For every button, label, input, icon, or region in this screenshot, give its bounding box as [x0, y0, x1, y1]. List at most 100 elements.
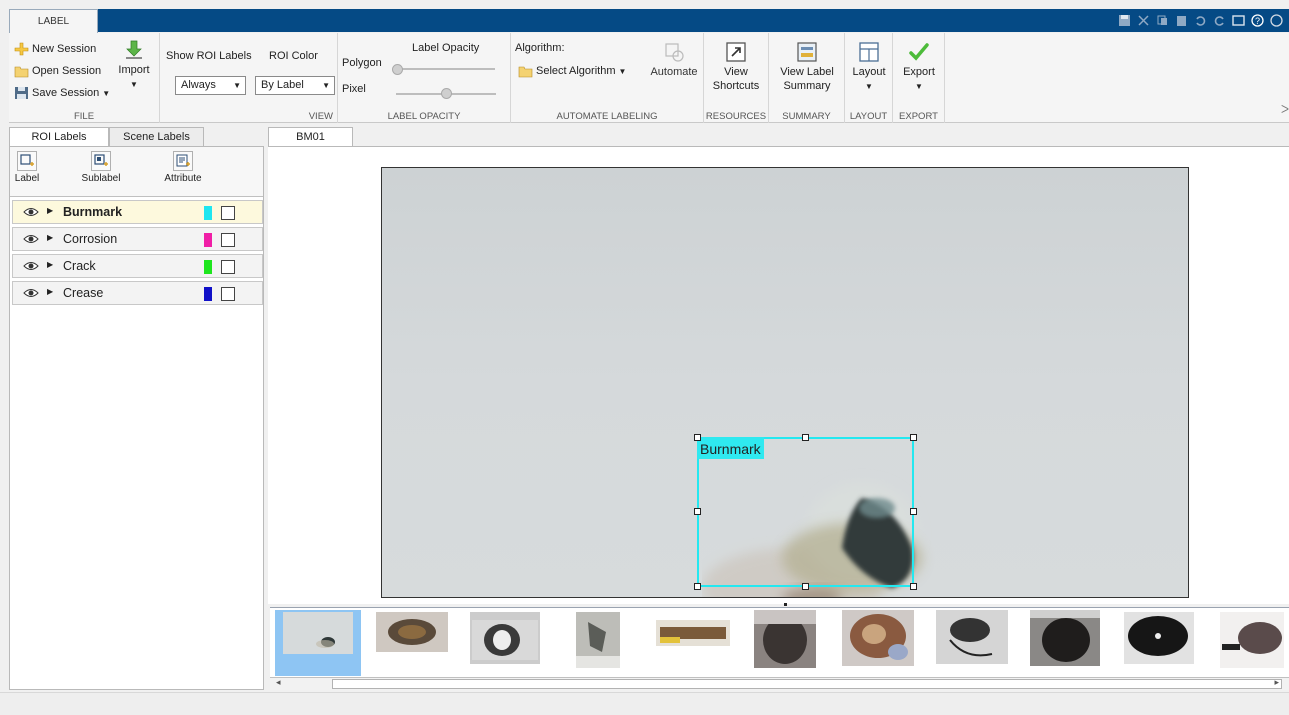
floppy-icon [15, 87, 28, 99]
resize-handle[interactable] [694, 508, 701, 515]
label-checkbox[interactable] [221, 206, 235, 220]
new-session-icon [14, 42, 29, 56]
label-color-swatch[interactable] [204, 233, 212, 247]
filmstrip-thumbnail[interactable] [744, 610, 832, 676]
label-row-crack[interactable]: ▶ Crack [12, 254, 263, 278]
resize-handle[interactable] [802, 583, 809, 590]
file-group-title: FILE [73, 111, 95, 122]
tab-bm01[interactable]: BM01 [268, 127, 353, 147]
select-algorithm-button[interactable]: Select Algorithm ▼ [518, 64, 626, 78]
resize-handle[interactable] [802, 434, 809, 441]
resize-handle[interactable] [910, 508, 917, 515]
resize-handle[interactable] [910, 434, 917, 441]
resize-handle[interactable] [910, 583, 917, 590]
copy-icon[interactable] [1156, 14, 1169, 27]
new-session-button[interactable]: New Session [14, 42, 96, 56]
filmstrip-thumbnail[interactable] [275, 610, 361, 676]
scroll-right-icon[interactable]: ▸ [1274, 677, 1279, 688]
open-session-button[interactable]: Open Session [14, 64, 101, 78]
algorithm-label: Algorithm: [515, 42, 565, 54]
layout-button[interactable]: Layout ▼ [847, 41, 891, 94]
paste-icon[interactable] [1175, 14, 1188, 27]
thumbnail-image [470, 612, 540, 664]
label-row-burnmark[interactable]: ▶ Burnmark [12, 200, 263, 224]
filmstrip-scrollbar[interactable]: ◂ ▸ [270, 677, 1289, 690]
eye-icon[interactable] [23, 206, 39, 218]
resize-handle[interactable] [694, 583, 701, 590]
roi-center-marker [784, 603, 787, 606]
redo-icon[interactable] [1213, 14, 1226, 27]
view-label-summary-button[interactable]: View Label Summary [773, 41, 841, 93]
roi-bounding-box[interactable] [697, 437, 914, 587]
pixel-opacity-thumb[interactable] [441, 88, 452, 99]
resources-group: View Shortcuts RESOURCES [704, 33, 769, 123]
import-icon [126, 40, 142, 59]
expand-triangle-icon[interactable]: ▶ [47, 260, 53, 269]
layout-group-title: LAYOUT [849, 111, 888, 122]
expand-triangle-icon[interactable]: ▶ [47, 233, 53, 242]
label-opacity-group-title: LABEL OPACITY [387, 111, 461, 122]
add-attribute-button[interactable]: Attribute [158, 151, 208, 184]
export-button[interactable]: Export ▼ [896, 41, 942, 94]
tab-scene-labels[interactable]: Scene Labels [109, 127, 204, 147]
tab-roi-labels[interactable]: ROI Labels [9, 127, 109, 147]
automate-button[interactable]: Automate [645, 41, 703, 79]
filmstrip-thumbnail[interactable] [556, 610, 644, 676]
chevron-down-icon: ▼ [102, 88, 111, 98]
label-color-swatch[interactable] [204, 206, 212, 220]
label-checkbox[interactable] [221, 233, 235, 247]
cut-icon[interactable] [1137, 14, 1150, 27]
chevron-down-icon: ▼ [915, 82, 923, 91]
filmstrip-thumbnail[interactable] [932, 610, 1020, 676]
expand-triangle-icon[interactable]: ▶ [47, 287, 53, 296]
eye-icon[interactable] [23, 287, 39, 299]
chevron-down-icon: ▼ [130, 80, 138, 89]
tab-label[interactable]: LABEL [9, 9, 98, 33]
filmstrip-thumbnail[interactable] [650, 610, 738, 676]
filmstrip-thumbnail[interactable] [368, 610, 456, 676]
eye-icon[interactable] [23, 233, 39, 245]
filmstrip-thumbnail[interactable] [1120, 610, 1208, 676]
ribbon-collapse-icon[interactable]: ᐳ [1281, 103, 1289, 116]
thumbnail-image [283, 612, 353, 654]
label-opacity-group: Label Opacity Polygon Pixel LABEL OPACIT… [338, 33, 511, 123]
show-roi-labels-dropdown[interactable]: Always ▼ [175, 76, 246, 95]
view-label-summary-label-1: View Label [780, 66, 834, 78]
add-label-button[interactable]: Label [12, 151, 42, 184]
label-checkbox[interactable] [221, 260, 235, 274]
filmstrip-thumbnail[interactable] [1026, 610, 1114, 676]
more-icon[interactable] [1270, 14, 1283, 27]
import-button[interactable]: Import ▼ [113, 39, 155, 92]
thumbnail-image [936, 610, 1008, 664]
help-icon[interactable]: ? [1251, 14, 1264, 27]
filmstrip-thumbnail[interactable] [462, 610, 550, 676]
undo-icon[interactable] [1194, 14, 1207, 27]
label-color-swatch[interactable] [204, 260, 212, 274]
window-icon[interactable] [1232, 14, 1245, 27]
label-checkbox[interactable] [221, 287, 235, 301]
polygon-opacity-slider[interactable] [395, 68, 495, 70]
label-row-crease[interactable]: ▶ Crease [12, 281, 263, 305]
thumbnail-image [1220, 612, 1284, 668]
label-color-swatch[interactable] [204, 287, 212, 301]
add-sublabel-button[interactable]: Sublabel [80, 151, 122, 184]
thumbnail-image [376, 612, 448, 652]
view-shortcuts-button[interactable]: View Shortcuts [706, 41, 766, 93]
roi-color-dropdown[interactable]: By Label ▼ [255, 76, 335, 95]
save-session-button[interactable]: Save Session ▼ [14, 86, 110, 100]
label-row-corrosion[interactable]: ▶ Corrosion [12, 227, 263, 251]
filmstrip-thumbnail[interactable] [838, 610, 926, 676]
resources-group-title: RESOURCES [705, 111, 767, 122]
scrollbar-thumb[interactable] [332, 679, 1282, 689]
select-algorithm-label: Select Algorithm [536, 65, 616, 77]
save-session-label: Save Session [32, 87, 100, 99]
resize-handle[interactable] [694, 434, 701, 441]
quick-access-toolbar: ? [1106, 10, 1289, 31]
filmstrip-thumbnail[interactable] [1214, 610, 1284, 676]
save-icon[interactable] [1118, 14, 1131, 27]
scroll-left-icon[interactable]: ◂ [276, 677, 281, 688]
polygon-opacity-thumb[interactable] [392, 64, 403, 75]
eye-icon[interactable] [23, 260, 39, 272]
automate-group-title: AUTOMATE LABELING [556, 111, 658, 122]
expand-triangle-icon[interactable]: ▶ [47, 206, 53, 215]
